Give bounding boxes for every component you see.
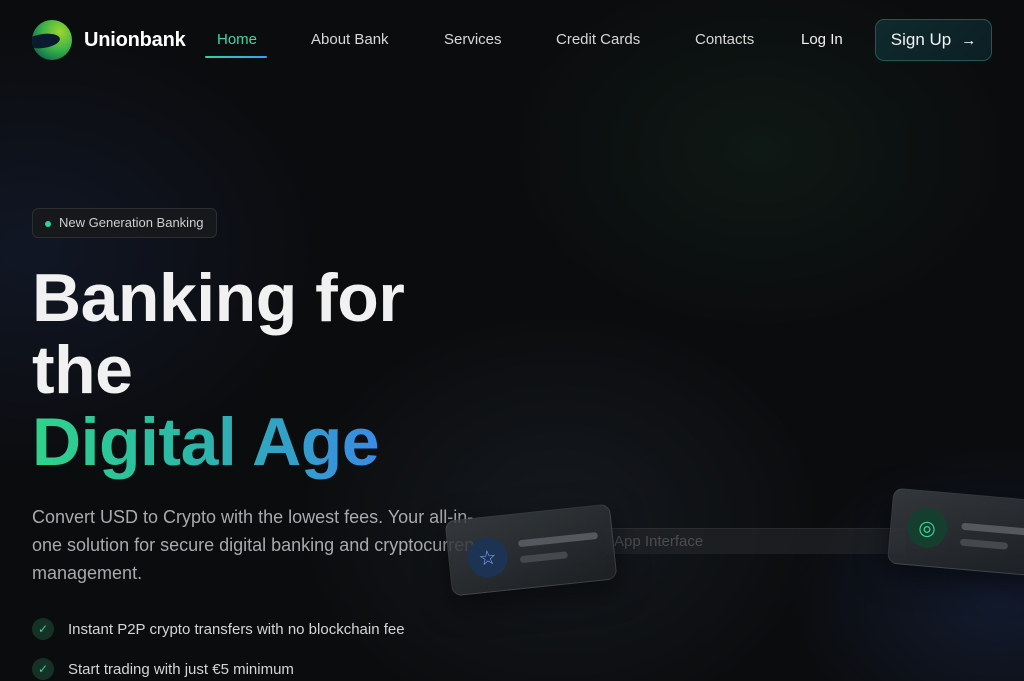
signup-label: Sign Up [890,30,952,49]
login-link[interactable]: Log In [801,31,843,48]
feature-item: ✓ Start trading with just €5 minimum [32,658,294,680]
skeleton-line [961,522,1024,537]
skeleton-line [517,531,599,548]
skeleton-line [959,538,1009,550]
feature-text: Start trading with just €5 minimum [68,660,294,678]
nav-active-indicator [205,56,267,58]
nav-link-home[interactable]: Home [217,31,257,48]
brand-logo[interactable]: Unionbank [32,20,186,60]
target-icon: ◎ [905,506,949,550]
nav-link-services[interactable]: Services [444,31,502,48]
top-navigation: Unionbank Home About Bank Services Credi… [0,0,1024,80]
signup-button[interactable]: Sign Up → [875,19,992,61]
check-icon: ✓ [32,658,54,680]
arrow-right-icon: → [961,31,977,49]
app-interface-placeholder: App Interface [606,528,906,554]
hero-title-highlight: Digital Age [32,404,380,480]
status-dot-icon [45,221,51,227]
brand-name: Unionbank [84,28,186,51]
hero-title-line2: the [32,332,133,408]
hero-badge-text: New Generation Banking [59,215,204,230]
hero-title-line1: Banking for [32,260,405,336]
feature-text: Instant P2P crypto transfers with no blo… [68,620,405,638]
hero-subtitle: Convert USD to Crypto with the lowest fe… [32,507,493,583]
nav-link-about-bank[interactable]: About Bank [311,31,389,48]
floating-card-left: ☆ [444,503,618,597]
hero-title: Banking for the Digital Age [32,262,472,478]
star-icon: ☆ [465,535,510,580]
nav-link-credit-cards[interactable]: Credit Cards [556,31,640,48]
feature-item: ✓ Instant P2P crypto transfers with no b… [32,618,405,640]
nav-link-contacts[interactable]: Contacts [695,31,754,48]
skeleton-line [519,551,569,564]
logo-icon [32,20,72,60]
landing-page: Unionbank Home About Bank Services Credi… [0,0,1024,681]
check-icon: ✓ [32,618,54,640]
hero-badge: New Generation Banking [32,208,217,238]
floating-card-right: ◎ [886,487,1024,577]
